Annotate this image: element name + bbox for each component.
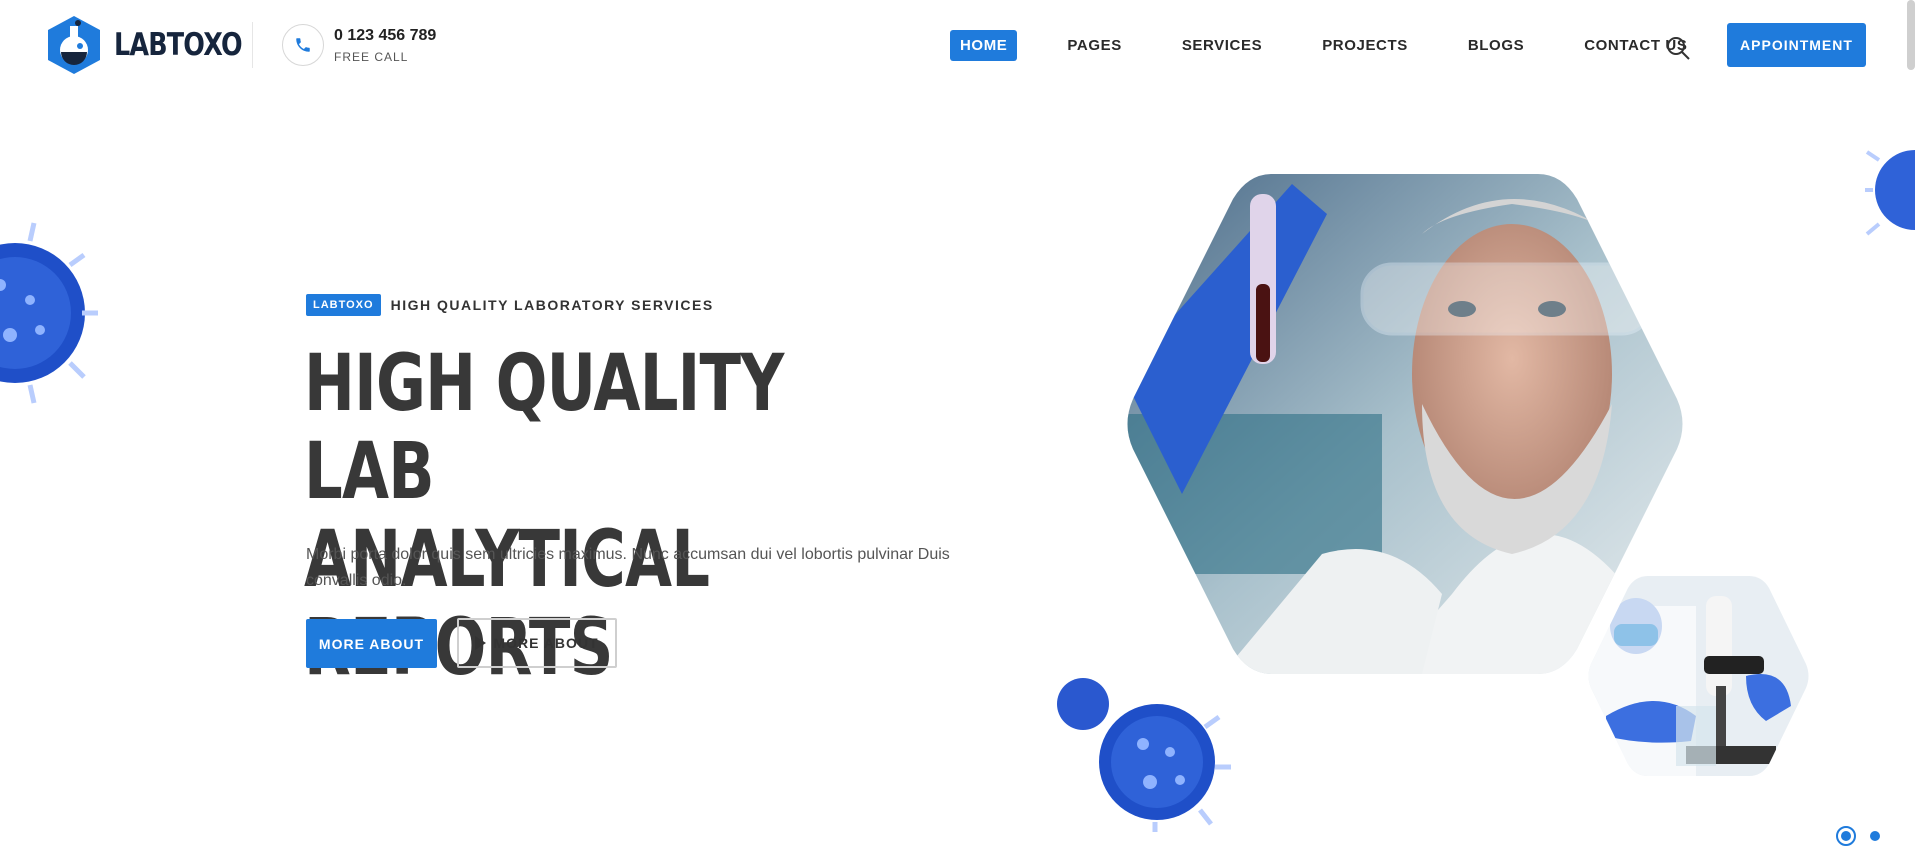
phone-contact[interactable]: 0 123 456 789 FREE CALL — [282, 24, 436, 66]
hero-lead: Morbi porta dolor quis sem ultricies max… — [306, 546, 950, 589]
nav-home[interactable]: HOME — [950, 30, 1018, 61]
more-about-video-button[interactable]: MORE ABOUT — [457, 618, 617, 668]
slider-dot-1[interactable] — [1836, 826, 1856, 846]
logo[interactable]: LABTOXO — [44, 14, 270, 76]
play-icon — [475, 636, 487, 650]
virus-illustration-icon — [0, 222, 98, 404]
hero-eyebrow-text: HIGH QUALITY LABORATORY SERVICES — [390, 297, 714, 313]
slider-dot-2[interactable] — [1870, 831, 1880, 841]
hero-headline-line-1: HIGH QUALITY LAB — [304, 339, 784, 517]
hero-eyebrow: LABTOXO HIGH QUALITY LABORATORY SERVICES — [306, 294, 714, 316]
header-divider — [252, 22, 253, 68]
search-icon[interactable] — [1664, 34, 1692, 62]
microscope-researcher-photo — [1588, 576, 1809, 776]
slider-pagination — [1836, 826, 1880, 846]
nav-pages[interactable]: PAGES — [1057, 30, 1131, 61]
more-about-video-label: MORE ABOUT — [493, 635, 599, 651]
site-header: LABTOXO 0 123 456 789 FREE CALL HOME PAG… — [0, 0, 1915, 92]
hero-badge: LABTOXO — [306, 294, 381, 316]
virus-illustration-icon — [1865, 150, 1915, 236]
phone-number: 0 123 456 789 — [334, 26, 437, 44]
more-about-button[interactable]: MORE ABOUT — [306, 619, 437, 668]
virus-illustration-icon — [1057, 678, 1231, 832]
nav-projects[interactable]: PROJECTS — [1312, 30, 1418, 61]
main-nav: HOME PAGES SERVICES PROJECTS BLOGS CONTA… — [950, 30, 1737, 61]
phone-icon — [282, 24, 324, 66]
flask-hexagon-logo-icon — [48, 16, 100, 74]
brand-name: LABTOXO — [114, 27, 243, 63]
scrollbar-thumb[interactable] — [1907, 0, 1915, 70]
phone-label: FREE CALL — [334, 49, 409, 64]
nav-blogs[interactable]: BLOGS — [1458, 30, 1534, 61]
nav-services[interactable]: SERVICES — [1172, 30, 1272, 61]
appointment-button[interactable]: APPOINTMENT — [1727, 23, 1866, 67]
